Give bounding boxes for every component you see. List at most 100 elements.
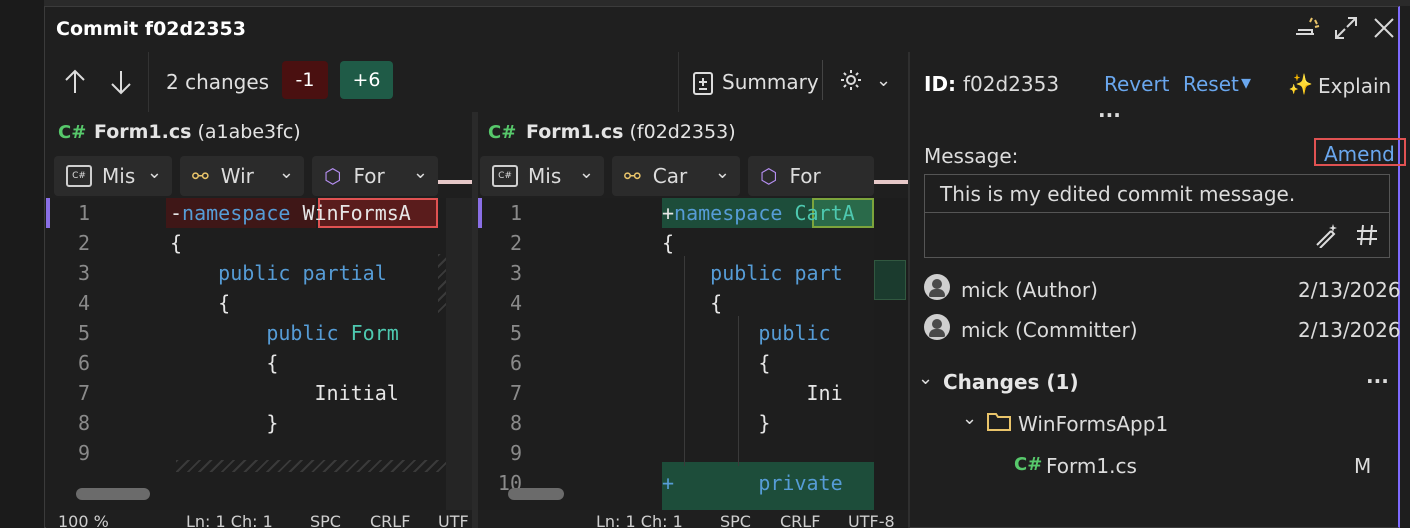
added-badge[interactable]: +6 — [340, 61, 393, 99]
cursor-position: Ln: 1 Ch: 1 — [186, 512, 273, 528]
toolbar-divider-3 — [822, 60, 823, 100]
message-label: Message: — [924, 144, 1019, 168]
code-token: Form — [350, 321, 399, 345]
code-line: -namespace WinFormsA — [170, 198, 411, 228]
code-line: { — [662, 228, 674, 258]
code-line: { — [170, 348, 278, 378]
details-splitter[interactable] — [908, 52, 910, 528]
indent-mode[interactable]: SPC — [720, 512, 751, 528]
revert-link[interactable]: Revert — [1104, 72, 1170, 96]
settings-chevron-down-icon[interactable]: ⌄ — [876, 70, 891, 91]
code-line: { — [170, 288, 230, 318]
right-type-dropdown[interactable]: ⚯ Car ⌄ — [612, 156, 740, 196]
up-arrow-icon[interactable] — [62, 68, 88, 100]
encoding[interactable]: UTF — [438, 512, 469, 528]
right-code-editor[interactable]: 1 +namespace CartA 2 {3 public part 4 {5 pub… — [478, 198, 874, 510]
code-token: public part — [662, 261, 843, 285]
close-icon[interactable] — [1372, 16, 1396, 44]
code-line: +namespace CartA — [662, 198, 855, 228]
left-member-dropdown-label: For — [353, 164, 385, 188]
code-token: public — [170, 321, 351, 345]
chevron-down-icon: ⌄ — [578, 162, 594, 183]
left-overview-marker — [438, 180, 472, 184]
right-member-dropdown[interactable]: ⬡ For — [748, 156, 874, 196]
left-project-dropdown[interactable]: C# Mis ⌄ — [54, 156, 172, 196]
code-token: public — [662, 321, 831, 345]
line-number: 1 — [509, 201, 522, 225]
changes-count: 2 changes — [166, 70, 270, 94]
line-number: 9 — [509, 441, 522, 465]
changes-chevron-down-icon[interactable]: ⌄ — [918, 368, 933, 389]
line-number: 8 — [509, 411, 522, 435]
line-number: 6 — [77, 351, 90, 375]
folder-chevron-down-icon[interactable]: ⌄ — [962, 408, 977, 429]
magic-wand-icon[interactable] — [1314, 222, 1340, 252]
summary-button[interactable]: Summary — [722, 70, 819, 94]
code-token: { — [662, 351, 771, 375]
chevron-down-icon: ⌄ — [714, 162, 730, 183]
code-token: { — [170, 351, 279, 375]
changes-more-button[interactable]: ... — [1366, 364, 1389, 388]
cursor-position: Ln: 1 Ch: 1 — [596, 512, 683, 528]
code-token: + — [662, 201, 675, 225]
changed-file-name[interactable]: Form1.cs — [1046, 454, 1137, 478]
removed-badge[interactable]: -1 — [282, 61, 328, 99]
csharp-project-icon: C# — [66, 165, 92, 187]
right-file-name: Form1.cs — [526, 121, 624, 143]
gear-icon[interactable] — [840, 69, 862, 95]
line-ending[interactable]: CRLF — [370, 512, 410, 528]
code-line: Initial — [170, 378, 399, 408]
reset-link[interactable]: Reset — [1183, 72, 1239, 96]
right-type-dropdown-label: Car — [652, 164, 688, 188]
down-arrow-icon[interactable] — [108, 68, 134, 100]
indent-mode[interactable]: SPC — [310, 512, 341, 528]
left-horizontal-scrollbar[interactable] — [76, 488, 150, 500]
class-hierarchy-icon: ⚯ — [624, 164, 641, 188]
code-line: { — [170, 228, 182, 258]
line-number: 7 — [77, 381, 90, 405]
more-actions-button[interactable]: ... — [1098, 98, 1121, 122]
line-number: 3 — [509, 261, 522, 285]
left-type-dropdown[interactable]: ⚯ Wir ⌄ — [180, 156, 304, 196]
code-line: public — [662, 318, 831, 348]
author-date: 2/13/2026 — [1298, 278, 1401, 302]
reset-dropdown-icon[interactable]: ▾ — [1241, 70, 1251, 94]
code-token: } — [662, 411, 771, 435]
right-status-bar: Ln: 1 Ch: 1 SPC CRLF UTF-8 — [478, 512, 908, 528]
encoding[interactable]: UTF-8 — [848, 512, 895, 528]
explain-button[interactable]: Explain — [1318, 74, 1391, 98]
dock-icon[interactable] — [1294, 16, 1322, 46]
chevron-down-icon: ⌄ — [412, 162, 428, 183]
line-number: 5 — [509, 321, 522, 345]
left-member-dropdown[interactable]: ⬡ For ⌄ — [312, 156, 438, 196]
right-overview-marker — [874, 180, 908, 184]
csharp-file-icon: C# — [58, 122, 87, 143]
top-strip — [44, 0, 1410, 6]
right-project-dropdown[interactable]: C# Mis ⌄ — [480, 156, 604, 196]
line-ending[interactable]: CRLF — [780, 512, 820, 528]
class-hierarchy-icon: ⚯ — [192, 164, 209, 188]
message-text[interactable]: This is my edited commit message. — [940, 182, 1295, 206]
hatch-area — [176, 460, 446, 472]
code-token: Initial — [170, 381, 399, 405]
right-project-dropdown-label: Mis — [528, 164, 562, 188]
committer-name: mick (Committer) — [961, 318, 1138, 342]
changes-header[interactable]: Changes (1) — [943, 370, 1079, 394]
left-type-dropdown-label: Wir — [220, 164, 254, 188]
code-token: namespace — [182, 201, 303, 225]
summary-icon[interactable] — [692, 70, 714, 100]
code-token: { — [170, 291, 231, 315]
hash-icon[interactable] — [1354, 222, 1380, 252]
maximize-icon[interactable] — [1334, 16, 1358, 44]
window-title: Commit f02d2353 — [56, 18, 246, 40]
left-code-editor[interactable]: 1 -namespace WinFormsA 2 {3 public partial 4… — [46, 198, 472, 510]
amend-link[interactable]: Amend — [1324, 142, 1395, 166]
message-divider — [924, 212, 1390, 213]
right-horizontal-scrollbar[interactable] — [508, 488, 564, 500]
code-token: } — [170, 411, 279, 435]
left-scrollbar-track — [446, 198, 472, 510]
csharp-file-icon: C# — [1014, 454, 1043, 475]
zoom-level[interactable]: 100 % — [58, 512, 109, 528]
folder-name[interactable]: WinFormsApp1 — [1018, 412, 1168, 436]
right-file-header: Form1.cs (f02d2353) — [526, 121, 736, 143]
